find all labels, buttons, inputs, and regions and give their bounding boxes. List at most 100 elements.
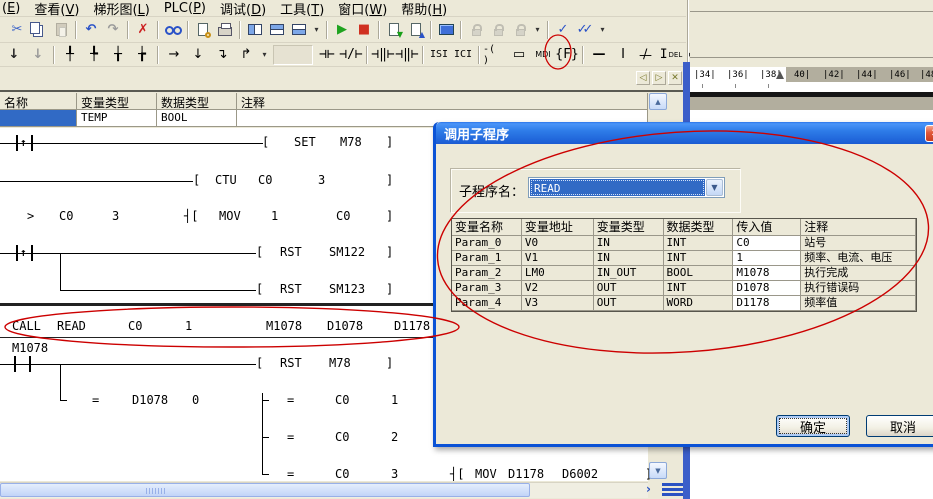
operand[interactable]: 3: [391, 467, 398, 481]
contact-nc-icon[interactable]: ⊣/⊢: [339, 45, 363, 65]
close-icon[interactable]: ✕: [925, 125, 933, 142]
selected-variable-name-cell[interactable]: [0, 110, 77, 127]
menu-item-7[interactable]: 帮助(H): [401, 0, 447, 18]
menu-item-0[interactable]: (E): [2, 1, 20, 16]
compare-op[interactable]: =: [287, 393, 294, 407]
operand[interactable]: 1: [271, 209, 278, 223]
coil-reset-icon[interactable]: ΙCΙ: [451, 45, 475, 65]
operand[interactable]: C0: [335, 393, 349, 407]
wire-down-icon[interactable]: ↓: [186, 45, 210, 65]
variable-type-cell[interactable]: TEMP: [77, 110, 157, 127]
operand[interactable]: 2: [391, 430, 398, 444]
instr-rst[interactable]: RST: [280, 245, 302, 259]
call-param[interactable]: D1078: [327, 319, 363, 333]
operand[interactable]: C0: [335, 467, 349, 481]
undo-icon[interactable]: ↶: [80, 20, 102, 40]
dialog-title[interactable]: 调用子程序: [436, 122, 933, 144]
compare-op[interactable]: =: [287, 430, 294, 444]
monitor-icon[interactable]: [435, 20, 457, 40]
operand[interactable]: SM123: [329, 282, 365, 296]
menu-item-3[interactable]: PLC(P): [164, 1, 206, 16]
compare-op[interactable]: >: [27, 209, 34, 223]
instr-rst[interactable]: RST: [280, 282, 302, 296]
wire-up-icon[interactable]: ↱: [234, 45, 258, 65]
operand[interactable]: D6002: [562, 467, 598, 481]
contact-falling-icon[interactable]: ⊣‖⊢: [395, 45, 419, 65]
call-param[interactable]: C0: [128, 319, 142, 333]
operand[interactable]: D1178: [508, 467, 544, 481]
find-icon[interactable]: [162, 20, 184, 40]
menu-item-5[interactable]: 工具(T): [280, 0, 324, 18]
table-cell[interactable]: C0: [733, 236, 801, 251]
view-dropdown[interactable]: ▾: [310, 20, 323, 40]
contact-rising-icon[interactable]: ⊣‖⊢: [371, 45, 395, 65]
call-param[interactable]: M1078: [266, 319, 302, 333]
delete-row-icon[interactable]: ╁: [106, 45, 130, 65]
instr-ctu[interactable]: CTU: [215, 173, 237, 187]
operand[interactable]: M78: [340, 135, 362, 149]
hline-icon[interactable]: —: [587, 45, 611, 65]
table-cell[interactable]: M1078: [733, 266, 801, 281]
vline-icon[interactable]: Ι: [611, 45, 635, 65]
instr-set[interactable]: SET: [294, 135, 316, 149]
ok-button[interactable]: 确定: [776, 415, 850, 437]
wire-dropdown[interactable]: ▾: [258, 45, 271, 65]
nav-close-button[interactable]: ✕: [668, 71, 682, 85]
coil-set-icon[interactable]: ΙSΙ: [427, 45, 451, 65]
view-project-icon[interactable]: [244, 20, 266, 40]
copy-icon[interactable]: [28, 20, 50, 40]
cancel-button[interactable]: 取消: [866, 415, 933, 437]
operand[interactable]: C0: [336, 209, 350, 223]
menu-item-2[interactable]: 梯形图(L): [93, 0, 149, 18]
operand[interactable]: M78: [329, 356, 351, 370]
lock-icon[interactable]: [465, 20, 487, 40]
function-call-icon[interactable]: {F}: [555, 45, 579, 65]
paste-icon[interactable]: [50, 20, 72, 40]
table-cell[interactable]: D1178: [733, 296, 801, 311]
compile-all-icon[interactable]: ✓✓: [574, 20, 596, 40]
instr-mov[interactable]: MOV: [475, 467, 497, 481]
horizontal-scrollbar-thumb[interactable]: [0, 483, 530, 497]
wire-corner-icon[interactable]: ↴: [210, 45, 234, 65]
lock-partial-icon[interactable]: [487, 20, 509, 40]
scroll-up-button[interactable]: ▲: [649, 93, 667, 110]
table-cell[interactable]: 1: [733, 251, 801, 266]
operand[interactable]: 3: [112, 209, 119, 223]
print-icon[interactable]: [214, 20, 236, 40]
compare-op[interactable]: =: [92, 393, 99, 407]
operand[interactable]: C0: [258, 173, 272, 187]
instr-rst[interactable]: RST: [280, 356, 302, 370]
delete-icon[interactable]: ✗: [132, 20, 154, 40]
lock-dropdown[interactable]: ▾: [531, 20, 544, 40]
table-cell[interactable]: D1078: [733, 281, 801, 296]
next-network-button[interactable]: ›: [641, 483, 656, 497]
instr-mov[interactable]: MOV: [219, 209, 241, 223]
menu-item-1[interactable]: 查看(V): [34, 0, 79, 18]
operand[interactable]: C0: [59, 209, 73, 223]
run-icon[interactable]: ▶: [331, 20, 353, 40]
view-output-icon[interactable]: [288, 20, 310, 40]
variable-data-type-cell[interactable]: BOOL: [157, 110, 237, 127]
chevron-down-icon[interactable]: ▼: [706, 179, 723, 196]
delete-line-icon[interactable]: ΙDEL: [659, 45, 683, 65]
cut-icon[interactable]: ✂: [6, 20, 28, 40]
mdi-icon[interactable]: MDI: [531, 45, 555, 65]
menu-item-4[interactable]: 调试(D): [220, 0, 266, 18]
nav-back-button[interactable]: ◁: [636, 71, 650, 85]
subroutine-selected-value[interactable]: READ: [530, 179, 705, 196]
subroutine-combobox[interactable]: READ ▼: [528, 177, 725, 198]
operand[interactable]: 3: [318, 173, 325, 187]
download-icon[interactable]: ▼: [383, 20, 405, 40]
no-contact-m1078[interactable]: [14, 356, 31, 372]
coil-out-icon[interactable]: -( ): [483, 45, 507, 65]
stop-icon[interactable]: ■: [353, 20, 375, 40]
rising-edge-contact[interactable]: ↑: [16, 135, 33, 151]
contact-no-icon[interactable]: ⊣⊢: [315, 45, 339, 65]
operand[interactable]: 0: [192, 393, 199, 407]
scroll-down-button[interactable]: ▼: [649, 462, 667, 479]
upload-icon[interactable]: ▲: [405, 20, 427, 40]
operand[interactable]: D1078: [132, 393, 168, 407]
call-param[interactable]: D1178: [394, 319, 430, 333]
compile-dropdown[interactable]: ▾: [596, 20, 609, 40]
ruler-marker[interactable]: [776, 71, 784, 79]
